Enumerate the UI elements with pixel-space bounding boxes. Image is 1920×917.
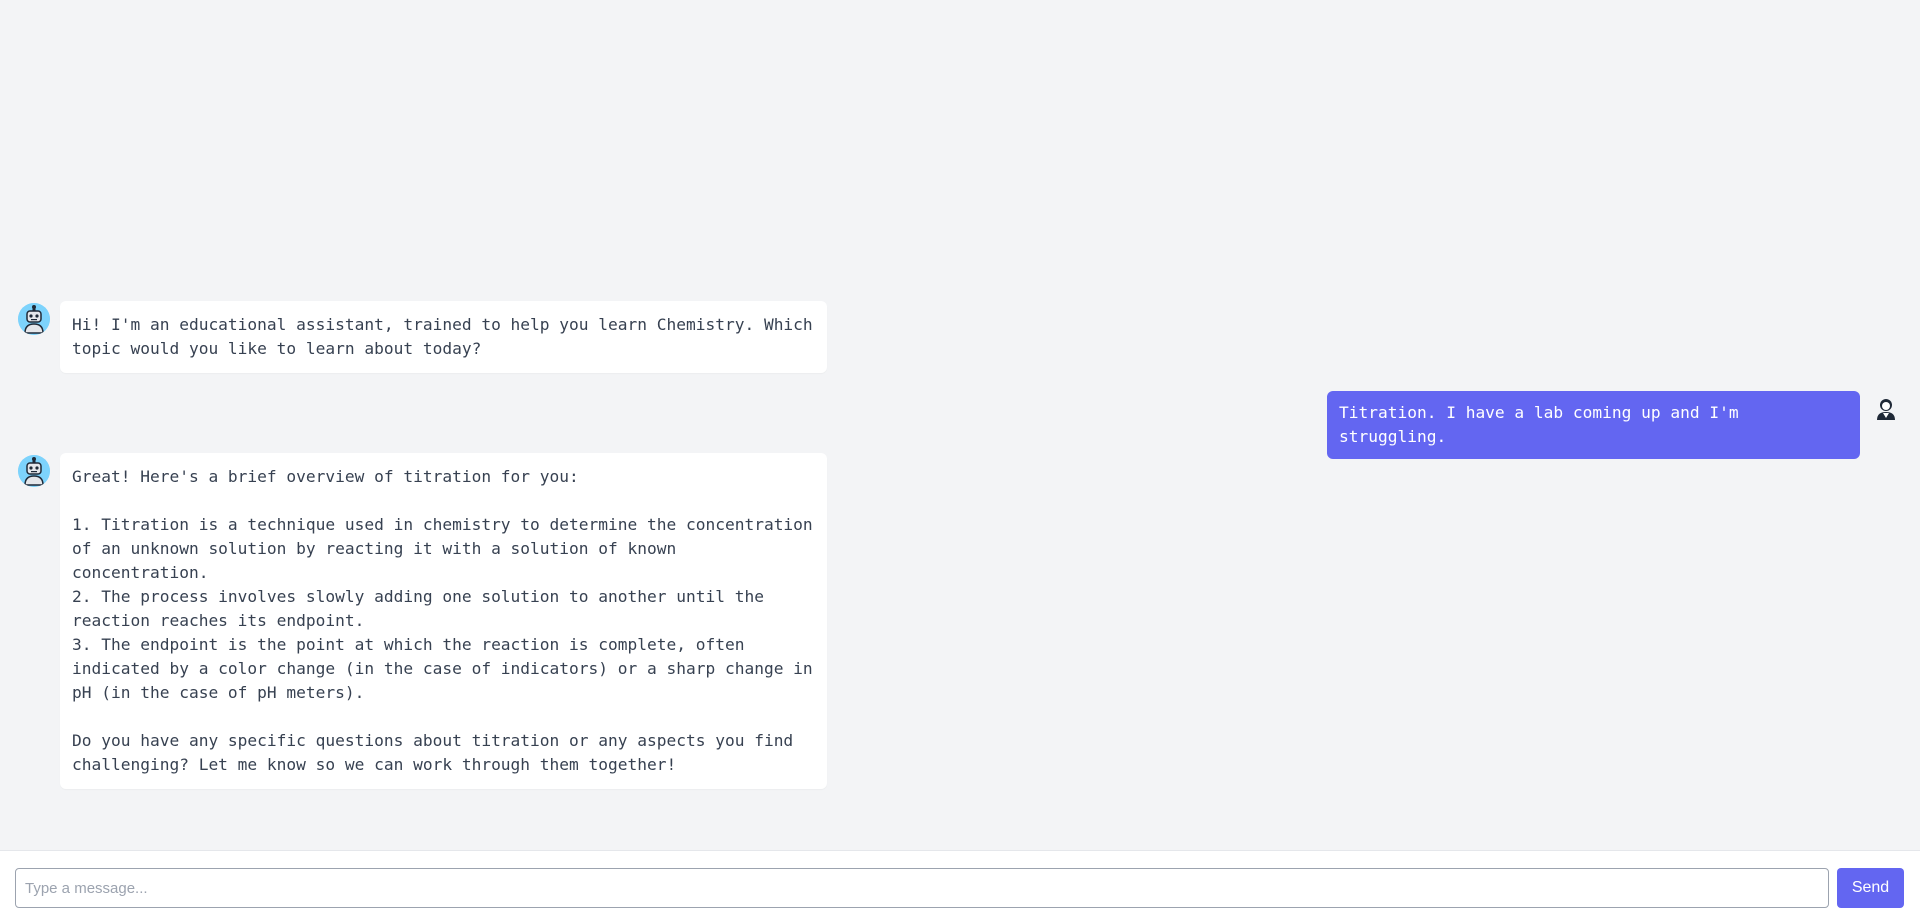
- chat-app: Hi! I'm an educational assistant, traine…: [0, 0, 1920, 917]
- message-bubble: Titration. I have a lab coming up and I'…: [1327, 391, 1860, 459]
- message-bubble: Hi! I'm an educational assistant, traine…: [60, 301, 827, 373]
- robot-icon: [18, 303, 50, 335]
- robot-icon: [18, 455, 50, 487]
- message-input[interactable]: [15, 868, 1829, 908]
- send-button[interactable]: Send: [1837, 868, 1904, 908]
- message-bubble: Great! Here's a brief overview of titrat…: [60, 453, 827, 789]
- composer-bar: Send: [0, 850, 1920, 917]
- user-icon: [1874, 397, 1898, 421]
